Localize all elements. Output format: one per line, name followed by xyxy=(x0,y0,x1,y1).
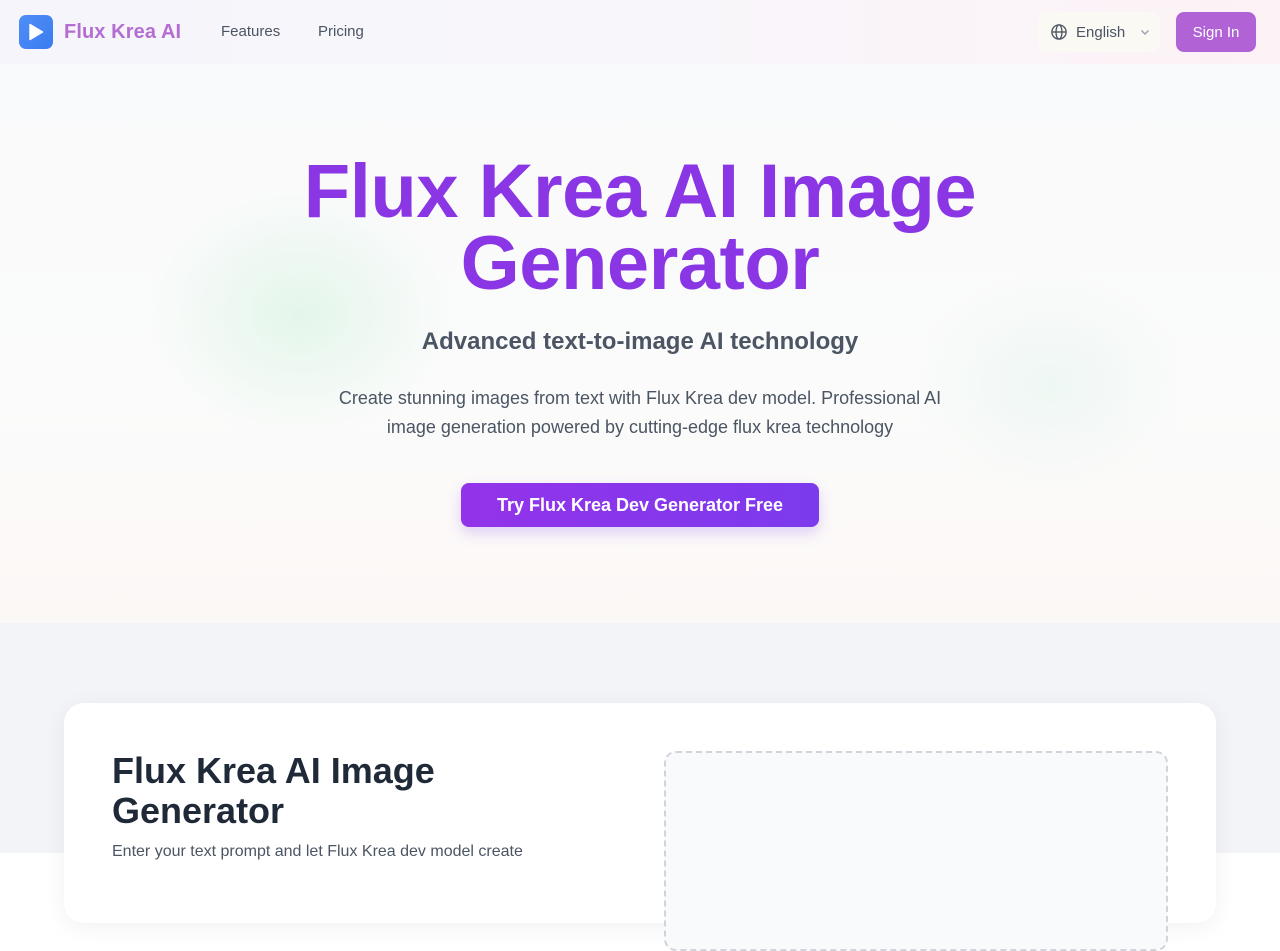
hero-section: Flux Krea AI Image Generator Advanced te… xyxy=(0,64,1280,623)
nav-link-pricing[interactable]: Pricing xyxy=(318,23,364,40)
top-nav: Flux Krea AI Features Pricing English Si… xyxy=(0,0,1280,64)
generator-title: Flux Krea AI Image Generator xyxy=(112,750,435,831)
generator-section: Flux Krea AI Image Generator Enter your … xyxy=(0,623,1280,951)
try-generator-button[interactable]: Try Flux Krea Dev Generator Free xyxy=(461,483,819,527)
language-selector[interactable]: English xyxy=(1038,12,1160,52)
generator-description: Enter your text prompt and let Flux Krea… xyxy=(112,843,523,860)
hero-subtitle: Advanced text-to-image AI technology xyxy=(421,328,859,355)
language-label: English xyxy=(1076,23,1126,41)
hero-title: Flux Krea AI Image Generator xyxy=(303,149,977,306)
globe-icon xyxy=(1050,23,1068,41)
logo-link[interactable]: Flux Krea AI xyxy=(19,15,181,49)
generator-card: Flux Krea AI Image Generator Enter your … xyxy=(64,703,1216,951)
brand-name: Flux Krea AI xyxy=(64,20,182,43)
chevron-down-icon xyxy=(1139,26,1151,38)
sign-in-button[interactable]: Sign In xyxy=(1176,12,1256,52)
nav-link-features[interactable]: Features xyxy=(221,23,280,40)
play-icon xyxy=(19,15,53,49)
image-preview-area xyxy=(664,751,1168,951)
hero-description: Create stunning images from text with Fl… xyxy=(338,388,942,437)
